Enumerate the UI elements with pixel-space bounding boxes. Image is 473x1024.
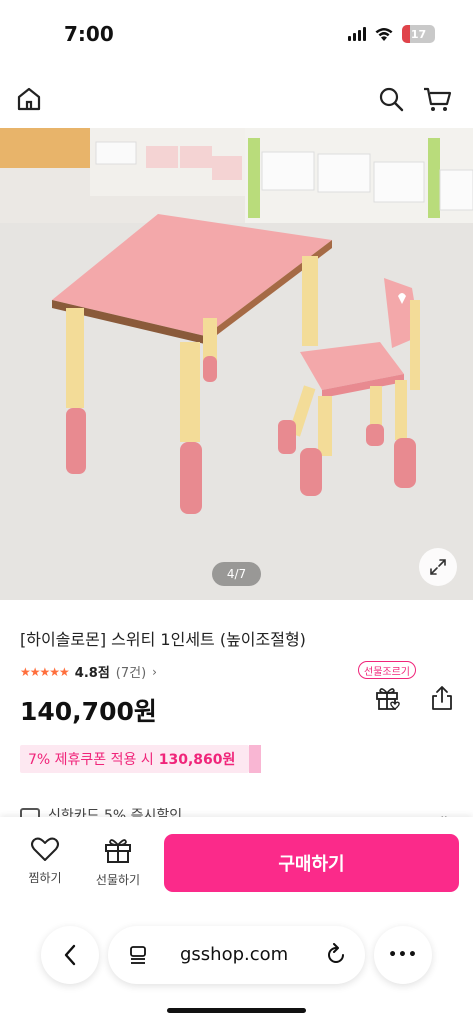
product-price: 140,700원 bbox=[20, 697, 157, 726]
heart-icon bbox=[31, 837, 59, 861]
gift-icon bbox=[105, 839, 131, 863]
buy-button[interactable]: 구매하기 bbox=[164, 834, 459, 892]
home-icon bbox=[17, 87, 41, 111]
wishlist-button[interactable]: 찜하기 bbox=[15, 835, 75, 886]
product-title: [하이솔로몬] 스위티 1인세트 (높이조절형) bbox=[20, 630, 306, 649]
gift-label: 선물하기 bbox=[95, 873, 141, 887]
rating-value: 4.8점 bbox=[74, 666, 110, 681]
coupon-banner[interactable]: 7% 제휴쿠폰 적용 시 130,860원 bbox=[20, 745, 250, 773]
gift-request-badge[interactable]: 선물조르기 bbox=[358, 661, 416, 679]
top-header bbox=[0, 70, 473, 128]
cart-button[interactable] bbox=[422, 84, 452, 114]
wifi-icon bbox=[375, 27, 393, 41]
product-photo bbox=[0, 128, 473, 600]
search-button[interactable] bbox=[376, 84, 406, 114]
status-time: 7:00 bbox=[64, 22, 114, 46]
search-icon bbox=[379, 87, 404, 112]
more-button[interactable]: ••• bbox=[374, 926, 432, 984]
chevron-left-icon bbox=[64, 944, 76, 966]
product-image[interactable] bbox=[0, 128, 473, 600]
battery-icon: 17 bbox=[402, 25, 435, 43]
gift-heart-icon bbox=[376, 688, 400, 710]
more-icon: ••• bbox=[388, 947, 418, 963]
purchase-action-bar: 찜하기 선물하기 구매하기 bbox=[0, 817, 473, 907]
status-icons: 17 bbox=[348, 25, 435, 43]
coupon-price: 130,860원 bbox=[158, 752, 236, 768]
home-indicator bbox=[167, 1008, 306, 1013]
chevron-right-icon: › bbox=[152, 664, 157, 679]
reader-icon[interactable] bbox=[128, 945, 148, 965]
battery-level: 17 bbox=[410, 27, 427, 41]
cart-icon bbox=[424, 87, 452, 111]
image-counter: 4/7 bbox=[212, 562, 261, 586]
rating-row[interactable]: ★★★★★ 4.8점 (7건) › bbox=[20, 662, 157, 682]
status-bar: 7:00 17 bbox=[0, 0, 473, 70]
coupon-text: 7% 제휴쿠폰 적용 시 bbox=[28, 752, 154, 768]
expand-image-button[interactable] bbox=[419, 548, 457, 586]
address-bar[interactable]: gsshop.com bbox=[108, 926, 365, 984]
url-text: gsshop.com bbox=[180, 944, 289, 965]
share-button[interactable] bbox=[426, 682, 458, 714]
reload-icon[interactable] bbox=[325, 943, 347, 967]
share-icon bbox=[432, 686, 452, 710]
gift-button[interactable]: 선물하기 bbox=[88, 835, 148, 888]
review-count: (7건) bbox=[115, 666, 147, 681]
rating-stars: ★★★★★ bbox=[20, 664, 70, 679]
gift-request-button[interactable] bbox=[372, 682, 404, 714]
home-button[interactable] bbox=[14, 84, 44, 114]
browser-toolbar: gsshop.com ••• bbox=[0, 907, 473, 1024]
coupon-notch bbox=[249, 745, 261, 773]
wishlist-label: 찜하기 bbox=[28, 871, 62, 885]
expand-icon bbox=[430, 559, 446, 575]
signal-icon bbox=[348, 27, 366, 41]
back-button[interactable] bbox=[41, 926, 99, 984]
